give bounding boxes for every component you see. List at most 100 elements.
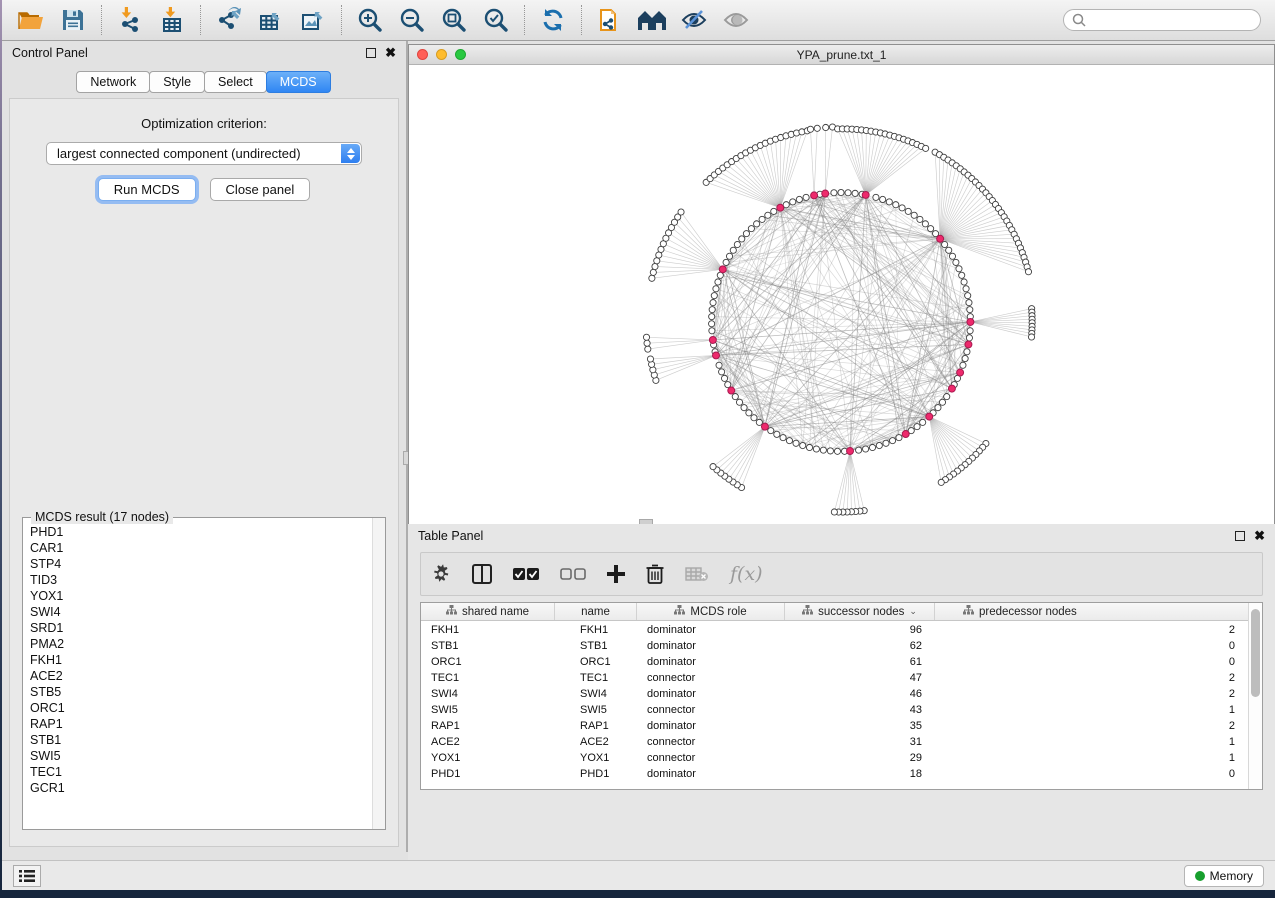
mcds-result-item[interactable]: TID3: [30, 572, 372, 588]
column-header-MCDS-role[interactable]: MCDS role: [637, 603, 785, 620]
cell-predecessor_nodes: 2: [935, 622, 1248, 638]
search-input[interactable]: [1086, 13, 1252, 27]
zoom-selected-icon[interactable]: [480, 4, 512, 36]
mcds-result-list[interactable]: PHD1CAR1STP4TID3YOX1SWI4SRD1PMA2FKH1ACE2…: [24, 524, 372, 828]
network-canvas[interactable]: [409, 65, 1274, 560]
export-network-icon[interactable]: [213, 4, 245, 36]
mcds-result-item[interactable]: PMA2: [30, 636, 372, 652]
deselect-all-icon[interactable]: [560, 567, 586, 581]
delete-column-icon[interactable]: [646, 564, 664, 584]
sort-descending-icon: ⌄: [909, 606, 917, 617]
table-panel-header: Table Panel ✖: [408, 524, 1275, 548]
toolbar-separator: [524, 5, 525, 35]
column-panel-icon[interactable]: [472, 564, 492, 584]
mcds-result-item[interactable]: SWI5: [30, 748, 372, 764]
export-image-icon[interactable]: [297, 4, 329, 36]
function-builder-icon[interactable]: f(x): [730, 563, 763, 585]
float-panel-icon[interactable]: [366, 48, 376, 58]
mcds-result-item[interactable]: ACE2: [30, 668, 372, 684]
zoom-in-icon[interactable]: [354, 4, 386, 36]
close-panel-button[interactable]: Close panel: [210, 178, 311, 201]
table-row[interactable]: STB1STB1dominator620: [421, 638, 1248, 654]
zoom-fit-icon[interactable]: [438, 4, 470, 36]
import-network-icon[interactable]: [114, 4, 146, 36]
cell-shared_name: SWI4: [421, 686, 555, 702]
float-table-panel-icon[interactable]: [1235, 531, 1245, 541]
mcds-result-item[interactable]: GCR1: [30, 780, 372, 796]
table-row[interactable]: TEC1TEC1connector472: [421, 670, 1248, 686]
cell-mcds_role: dominator: [637, 638, 785, 654]
run-mcds-button[interactable]: Run MCDS: [98, 178, 196, 201]
refresh-icon[interactable]: [537, 4, 569, 36]
mcds-result-item[interactable]: STP4: [30, 556, 372, 572]
close-table-panel-icon[interactable]: ✖: [1254, 531, 1265, 541]
cell-shared_name: YOX1: [421, 750, 555, 766]
table-row[interactable]: ORC1ORC1dominator610: [421, 654, 1248, 670]
mcds-result-item[interactable]: YOX1: [30, 588, 372, 604]
table-row[interactable]: ACE2ACE2connector311: [421, 734, 1248, 750]
mcds-result-item[interactable]: FKH1: [30, 652, 372, 668]
tab-mcds[interactable]: MCDS: [266, 71, 331, 93]
cell-shared_name: FKH1: [421, 622, 555, 638]
export-table-icon[interactable]: [255, 4, 287, 36]
save-session-icon[interactable]: [57, 4, 89, 36]
column-header-successor-nodes[interactable]: successor nodes⌄: [785, 603, 935, 620]
toolbar-separator: [101, 5, 102, 35]
mcds-result-item[interactable]: RAP1: [30, 716, 372, 732]
column-header-name[interactable]: name: [555, 603, 637, 620]
mcds-result-item[interactable]: SWI4: [30, 604, 372, 620]
mcds-result-item[interactable]: ORC1: [30, 700, 372, 716]
share-document-icon[interactable]: [594, 4, 626, 36]
cell-successor_nodes: 61: [785, 654, 935, 670]
mcds-result-item[interactable]: STB1: [30, 732, 372, 748]
column-header-predecessor-nodes[interactable]: predecessor nodes: [935, 603, 1248, 620]
table-row[interactable]: RAP1RAP1dominator352: [421, 718, 1248, 734]
table-scrollbar[interactable]: [1248, 603, 1262, 789]
cell-predecessor_nodes: 1: [935, 702, 1248, 718]
network-window-titlebar[interactable]: YPA_prune.txt_1: [409, 45, 1274, 65]
table-scrollbar-thumb[interactable]: [1251, 609, 1260, 697]
cell-mcds_role: dominator: [637, 718, 785, 734]
tab-network[interactable]: Network: [76, 71, 150, 93]
hide-graphics-details-icon[interactable]: [678, 4, 710, 36]
delete-table-icon[interactable]: [685, 566, 709, 582]
show-graphics-details-icon[interactable]: [720, 4, 752, 36]
status-bar: Memory: [2, 860, 1275, 890]
mcds-result-item[interactable]: CAR1: [30, 540, 372, 556]
memory-button[interactable]: Memory: [1184, 865, 1264, 887]
mcds-result-item[interactable]: TEC1: [30, 764, 372, 780]
gear-icon[interactable]: [431, 564, 451, 584]
cell-successor_nodes: 43: [785, 702, 935, 718]
search-field[interactable]: [1063, 9, 1261, 31]
close-panel-icon[interactable]: ✖: [385, 48, 396, 58]
tab-style[interactable]: Style: [149, 71, 205, 93]
table-toolbar: f(x): [420, 552, 1263, 596]
select-all-icon[interactable]: [513, 567, 539, 581]
cell-predecessor_nodes: 2: [935, 718, 1248, 734]
table-panel-title: Table Panel: [418, 529, 483, 543]
table-row[interactable]: PHD1PHD1dominator180: [421, 766, 1248, 782]
mcds-result-item[interactable]: SRD1: [30, 620, 372, 636]
table-row[interactable]: SWI5SWI5connector431: [421, 702, 1248, 718]
cell-mcds_role: connector: [637, 702, 785, 718]
control-panel-header: Control Panel ✖: [2, 41, 406, 65]
mcds-result-scrollbar[interactable]: [372, 518, 385, 829]
add-column-icon[interactable]: [607, 565, 625, 583]
cell-successor_nodes: 47: [785, 670, 935, 686]
first-neighbors-icon[interactable]: [636, 4, 668, 36]
mcds-result-item[interactable]: STB5: [30, 684, 372, 700]
open-file-icon[interactable]: [15, 4, 47, 36]
table-row[interactable]: YOX1YOX1connector291: [421, 750, 1248, 766]
optimization-criterion-label: Optimization criterion:: [10, 116, 398, 131]
import-table-icon[interactable]: [156, 4, 188, 36]
tab-select[interactable]: Select: [204, 71, 267, 93]
list-icon: [19, 869, 35, 883]
search-icon: [1072, 13, 1086, 27]
table-row[interactable]: SWI4SWI4dominator462: [421, 686, 1248, 702]
column-header-shared-name[interactable]: shared name: [421, 603, 555, 620]
mcds-result-item[interactable]: PHD1: [30, 524, 372, 540]
table-row[interactable]: FKH1FKH1dominator962: [421, 622, 1248, 638]
criterion-dropdown[interactable]: largest connected component (undirected): [46, 142, 362, 165]
zoom-out-icon[interactable]: [396, 4, 428, 36]
task-history-button[interactable]: [13, 865, 41, 887]
